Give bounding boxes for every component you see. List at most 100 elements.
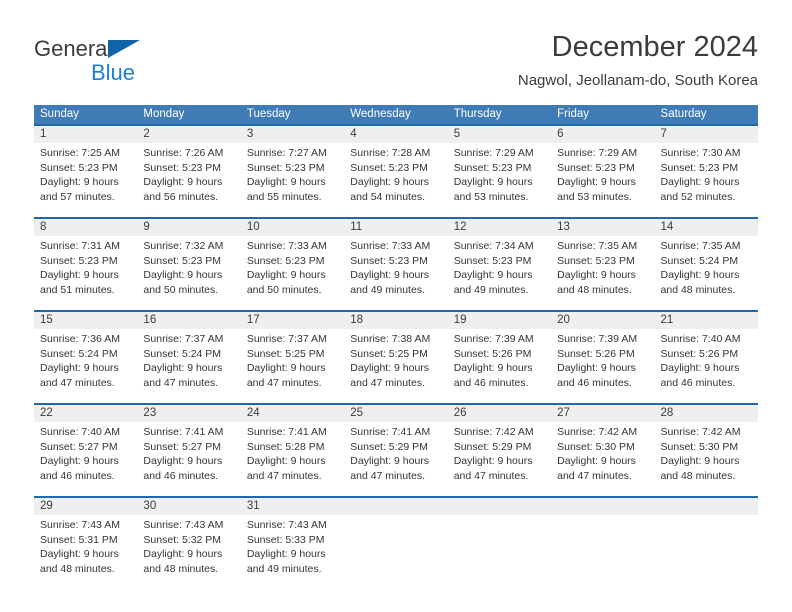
calendar-day-cell[interactable]: 8 Sunrise: 7:31 AM Sunset: 5:23 PM Daylight… bbox=[34, 219, 138, 310]
day-detail-line: Sunset: 5:26 PM bbox=[453, 347, 532, 360]
day-number-band: 11 bbox=[344, 219, 448, 236]
calendar-day-cell[interactable]: 15 Sunrise: 7:36 AM Sunset: 5:24 PM Dayligh… bbox=[34, 312, 138, 403]
weekday-header-wednesday: Wednesday bbox=[350, 108, 411, 120]
calendar-week-row: 8 Sunrise: 7:31 AM Sunset: 5:23 PM Daylight… bbox=[34, 217, 758, 310]
day-detail-line: and 47 minutes. bbox=[453, 469, 529, 482]
day-detail-line: Sunset: 5:23 PM bbox=[350, 254, 428, 267]
day-detail-line: Sunset: 5:23 PM bbox=[350, 161, 428, 174]
day-number: 8 bbox=[40, 221, 47, 233]
day-detail-line: Sunset: 5:25 PM bbox=[350, 347, 428, 360]
calendar-weeks: 1 Sunrise: 7:25 AM Sunset: 5:23 PM Daylight… bbox=[34, 124, 758, 588]
day-detail-line: Sunrise: 7:43 AM bbox=[246, 519, 327, 531]
day-number: 4 bbox=[350, 128, 357, 140]
day-details: Sunrise: 7:41 AM Sunset: 5:28 PM Daylight:… bbox=[241, 422, 344, 483]
day-number: 5 bbox=[453, 128, 461, 140]
day-details: Sunrise: 7:34 AM Sunset: 5:23 PM Daylight:… bbox=[448, 236, 551, 297]
calendar-day-cell[interactable]: 5 Sunrise: 7:29 AM Sunset: 5:23 PM Daylight… bbox=[447, 126, 552, 217]
logo-text-blue: Blue bbox=[91, 60, 136, 85]
calendar-week-row: 1 Sunrise: 7:25 AM Sunset: 5:23 PM Daylight… bbox=[34, 124, 758, 217]
day-detail-line: and 51 minutes. bbox=[40, 283, 115, 296]
day-detail-line: Daylight: 9 hours bbox=[143, 548, 223, 561]
calendar-day-cell[interactable]: 29 Sunrise: 7:43 AM Sunset: 5:31 PM Dayligh… bbox=[34, 498, 138, 588]
day-number: 28 bbox=[660, 407, 674, 419]
day-number: 11 bbox=[350, 221, 363, 233]
day-number-band: 29 bbox=[34, 498, 138, 515]
calendar-day-cell[interactable]: 10 Sunrise: 7:33 AM Sunset: 5:23 PM Dayligh… bbox=[240, 219, 345, 310]
day-number-band: 21 bbox=[654, 312, 758, 329]
day-detail-line: Sunrise: 7:35 AM bbox=[557, 240, 638, 252]
day-number-band: 7 bbox=[654, 126, 758, 143]
calendar-day-cell[interactable]: 27 Sunrise: 7:42 AM Sunset: 5:30 PM Dayligh… bbox=[551, 405, 655, 496]
day-detail-line: Sunrise: 7:42 AM bbox=[453, 426, 534, 438]
day-details: Sunrise: 7:26 AM Sunset: 5:23 PM Daylight:… bbox=[137, 143, 240, 204]
day-detail-line: Sunset: 5:26 PM bbox=[557, 347, 635, 360]
calendar-day-cell[interactable]: 6 Sunrise: 7:29 AM Sunset: 5:23 PM Daylight… bbox=[551, 126, 655, 217]
calendar-day-cell[interactable]: 30 Sunrise: 7:43 AM Sunset: 5:32 PM Dayligh… bbox=[137, 498, 241, 588]
day-detail-line: and 46 minutes. bbox=[453, 376, 529, 389]
day-number: 3 bbox=[246, 128, 254, 140]
day-detail-line: Sunset: 5:23 PM bbox=[246, 254, 325, 267]
calendar-day-cell[interactable]: 14 Sunrise: 7:35 AM Sunset: 5:24 PM Dayligh… bbox=[654, 219, 758, 310]
day-number-band: 23 bbox=[137, 405, 241, 422]
day-details bbox=[551, 515, 654, 518]
calendar-day-cell[interactable]: 9 Sunrise: 7:32 AM Sunset: 5:23 PM Daylight… bbox=[137, 219, 241, 310]
calendar-day-cell[interactable]: 4 Sunrise: 7:28 AM Sunset: 5:23 PM Daylight… bbox=[344, 126, 448, 217]
calendar-day-cell[interactable]: 18 Sunrise: 7:38 AM Sunset: 5:25 PM Dayligh… bbox=[344, 312, 448, 403]
calendar-day-cell[interactable]: 13 Sunrise: 7:35 AM Sunset: 5:23 PM Dayligh… bbox=[551, 219, 655, 310]
calendar-day-cell[interactable]: 11 Sunrise: 7:33 AM Sunset: 5:23 PM Dayligh… bbox=[344, 219, 448, 310]
calendar-day-cell[interactable]: 28 Sunrise: 7:42 AM Sunset: 5:30 PM Dayligh… bbox=[654, 405, 758, 496]
calendar-day-cell[interactable]: 17 Sunrise: 7:37 AM Sunset: 5:25 PM Dayligh… bbox=[240, 312, 345, 403]
day-details: Sunrise: 7:37 AM Sunset: 5:24 PM Daylight:… bbox=[137, 329, 240, 390]
calendar-day-cell[interactable]: 24 Sunrise: 7:41 AM Sunset: 5:28 PM Dayligh… bbox=[240, 405, 345, 496]
day-detail-line: Sunrise: 7:37 AM bbox=[246, 333, 327, 345]
calendar-day-cell[interactable]: 7 Sunrise: 7:30 AM Sunset: 5:23 PM Daylight… bbox=[654, 126, 758, 217]
calendar-day-cell[interactable]: 2 Sunrise: 7:26 AM Sunset: 5:23 PM Daylight… bbox=[137, 126, 241, 217]
day-number: 31 bbox=[246, 500, 260, 512]
calendar-day-cell[interactable]: 22 Sunrise: 7:40 AM Sunset: 5:27 PM Dayligh… bbox=[34, 405, 138, 496]
calendar-day-cell[interactable]: 25 Sunrise: 7:41 AM Sunset: 5:29 PM Dayligh… bbox=[344, 405, 448, 496]
day-details: Sunrise: 7:43 AM Sunset: 5:31 PM Daylight:… bbox=[34, 515, 137, 576]
day-number-band bbox=[344, 498, 448, 515]
day-details: Sunrise: 7:41 AM Sunset: 5:29 PM Daylight:… bbox=[344, 422, 447, 483]
day-detail-line: and 48 minutes. bbox=[557, 283, 632, 296]
day-number: 21 bbox=[660, 314, 674, 326]
weekday-header-thursday: Thursday bbox=[453, 108, 502, 120]
day-number: 15 bbox=[40, 314, 53, 326]
general-blue-logo: General Blue bbox=[34, 36, 224, 90]
day-detail-line: Sunrise: 7:33 AM bbox=[246, 240, 327, 252]
calendar-day-cell[interactable]: 26 Sunrise: 7:42 AM Sunset: 5:29 PM Dayligh… bbox=[447, 405, 552, 496]
day-details bbox=[344, 515, 447, 518]
day-detail-line: Sunrise: 7:39 AM bbox=[557, 333, 638, 345]
logo-text-general: General bbox=[34, 36, 113, 61]
day-detail-line: and 54 minutes. bbox=[350, 190, 425, 203]
day-detail-line: Sunset: 5:25 PM bbox=[246, 347, 325, 360]
day-number-band: 13 bbox=[551, 219, 655, 236]
calendar-day-cell-empty bbox=[654, 498, 758, 588]
day-details: Sunrise: 7:40 AM Sunset: 5:26 PM Daylight:… bbox=[655, 329, 758, 390]
day-details: Sunrise: 7:39 AM Sunset: 5:26 PM Daylight:… bbox=[448, 329, 551, 390]
day-detail-line: Daylight: 9 hours bbox=[143, 455, 223, 468]
calendar-day-cell[interactable]: 21 Sunrise: 7:40 AM Sunset: 5:26 PM Dayligh… bbox=[654, 312, 758, 403]
calendar-day-cell[interactable]: 20 Sunrise: 7:39 AM Sunset: 5:26 PM Dayligh… bbox=[551, 312, 655, 403]
day-number: 16 bbox=[143, 314, 157, 326]
calendar-day-cell[interactable]: 23 Sunrise: 7:41 AM Sunset: 5:27 PM Dayligh… bbox=[137, 405, 241, 496]
calendar-day-cell[interactable]: 19 Sunrise: 7:39 AM Sunset: 5:26 PM Dayligh… bbox=[447, 312, 552, 403]
day-detail-line: Sunrise: 7:39 AM bbox=[453, 333, 534, 345]
day-details: Sunrise: 7:37 AM Sunset: 5:25 PM Daylight:… bbox=[241, 329, 344, 390]
calendar-day-cell[interactable]: 31 Sunrise: 7:43 AM Sunset: 5:33 PM Dayligh… bbox=[240, 498, 345, 588]
day-details: Sunrise: 7:30 AM Sunset: 5:23 PM Daylight:… bbox=[655, 143, 758, 204]
day-number-band: 16 bbox=[137, 312, 241, 329]
day-detail-line: and 48 minutes. bbox=[660, 283, 736, 296]
day-detail-line: Daylight: 9 hours bbox=[246, 362, 326, 375]
day-number: 6 bbox=[557, 128, 564, 140]
calendar-day-cell[interactable]: 12 Sunrise: 7:34 AM Sunset: 5:23 PM Dayligh… bbox=[447, 219, 552, 310]
calendar-day-cell[interactable]: 1 Sunrise: 7:25 AM Sunset: 5:23 PM Daylight… bbox=[34, 126, 138, 217]
day-detail-line: Daylight: 9 hours bbox=[246, 176, 326, 189]
day-number-band: 25 bbox=[344, 405, 448, 422]
day-detail-line: Daylight: 9 hours bbox=[143, 176, 223, 189]
calendar-day-cell[interactable]: 16 Sunrise: 7:37 AM Sunset: 5:24 PM Dayligh… bbox=[137, 312, 241, 403]
day-detail-line: and 48 minutes. bbox=[660, 469, 736, 482]
day-details: Sunrise: 7:35 AM Sunset: 5:23 PM Daylight:… bbox=[551, 236, 654, 297]
calendar-day-cell[interactable]: 3 Sunrise: 7:27 AM Sunset: 5:23 PM Daylight… bbox=[240, 126, 345, 217]
day-detail-line: Sunset: 5:23 PM bbox=[557, 254, 635, 267]
